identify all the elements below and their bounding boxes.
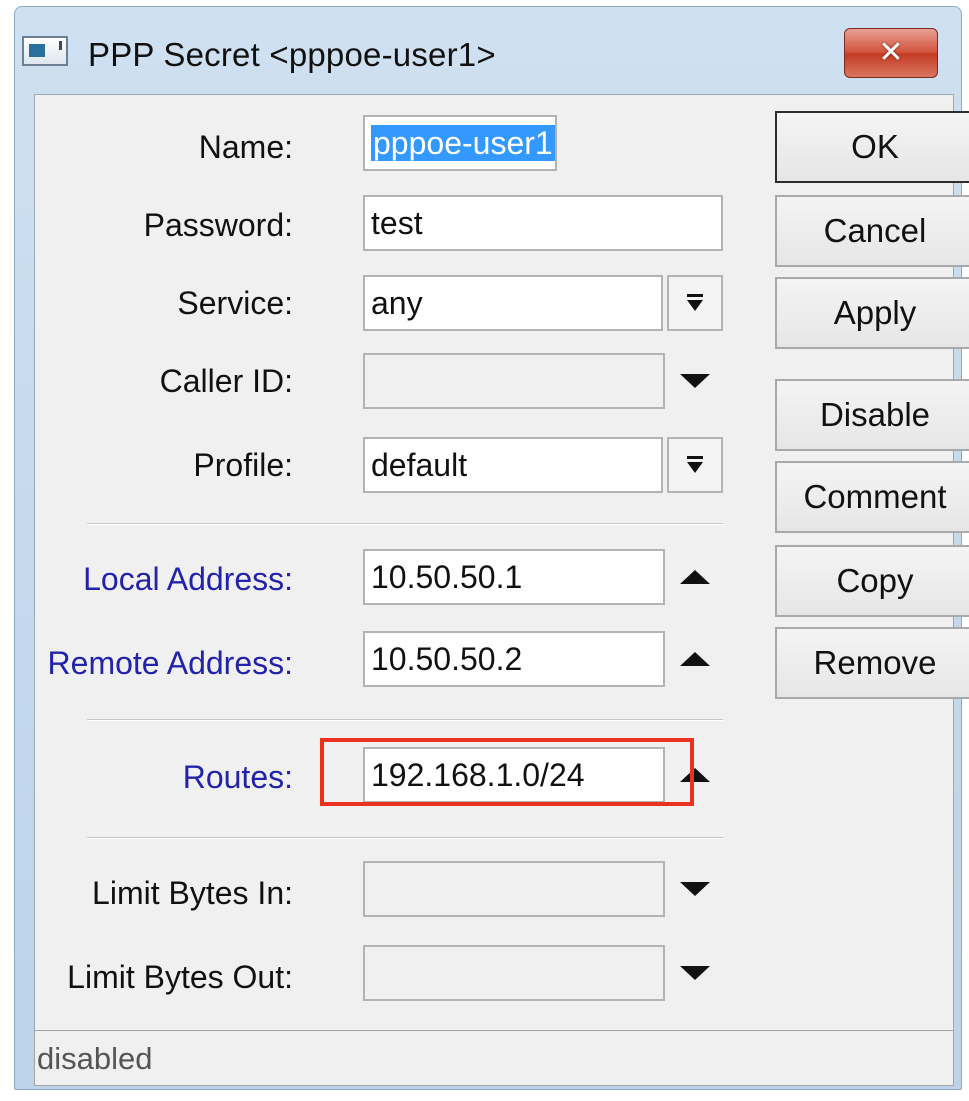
- profile-dropdown-button[interactable]: [667, 437, 723, 493]
- password-label: Password:: [143, 207, 293, 243]
- caller-id-expand-button[interactable]: [675, 353, 715, 409]
- limit-bytes-in-label: Limit Bytes In:: [92, 875, 293, 911]
- service-dropdown-button[interactable]: [667, 275, 723, 331]
- copy-button[interactable]: Copy: [775, 545, 969, 617]
- caller-id-field[interactable]: [363, 353, 665, 409]
- limit-bytes-out-field[interactable]: [363, 945, 665, 1001]
- caller-id-label: Caller ID:: [159, 363, 293, 399]
- cancel-button[interactable]: Cancel: [775, 195, 969, 267]
- dropdown-expand-icon: [687, 294, 703, 311]
- dialog-client-area: Name: pppoe-user1 Password: test Service…: [34, 94, 969, 1084]
- window-title: PPP Secret <pppoe-user1>: [88, 36, 496, 73]
- triangle-down-icon: [680, 374, 710, 388]
- service-label: Service:: [177, 285, 293, 321]
- triangle-up-icon: [680, 652, 710, 666]
- profile-field[interactable]: default: [363, 437, 663, 493]
- service-field[interactable]: any: [363, 275, 663, 331]
- close-icon: ✕: [878, 35, 904, 70]
- profile-label: Profile:: [193, 447, 293, 483]
- name-field[interactable]: pppoe-user1: [363, 115, 557, 171]
- triangle-up-icon: [680, 570, 710, 584]
- separator: [87, 719, 723, 721]
- limit-bytes-out-expand-button[interactable]: [675, 945, 715, 1001]
- remove-button[interactable]: Remove: [775, 627, 969, 699]
- local-address-field[interactable]: 10.50.50.1: [363, 549, 665, 605]
- status-text: disabled: [37, 1041, 153, 1076]
- local-address-collapse-button[interactable]: [675, 549, 715, 605]
- limit-bytes-out-label: Limit Bytes Out:: [67, 959, 293, 995]
- routes-label[interactable]: Routes:: [183, 759, 293, 796]
- remote-address-collapse-button[interactable]: [675, 631, 715, 687]
- apply-button[interactable]: Apply: [775, 277, 969, 349]
- close-button[interactable]: ✕: [844, 28, 938, 78]
- name-label: Name:: [198, 129, 293, 165]
- remote-address-label[interactable]: Remote Address:: [48, 645, 293, 682]
- separator: [87, 523, 723, 525]
- disable-button[interactable]: Disable: [775, 379, 969, 451]
- ok-button[interactable]: OK: [775, 111, 969, 183]
- limit-bytes-in-expand-button[interactable]: [675, 861, 715, 917]
- routes-highlight-box: [320, 738, 694, 806]
- triangle-down-icon: [680, 966, 710, 980]
- comment-button[interactable]: Comment: [775, 461, 969, 533]
- triangle-down-icon: [680, 882, 710, 896]
- local-address-label[interactable]: Local Address:: [83, 561, 293, 598]
- password-field[interactable]: test: [363, 195, 723, 251]
- window-app-icon[interactable]: [22, 36, 68, 66]
- name-value: pppoe-user1: [371, 125, 555, 161]
- status-bar: disabled: [34, 1030, 954, 1086]
- dropdown-expand-icon: [687, 456, 703, 473]
- remote-address-field[interactable]: 10.50.50.2: [363, 631, 665, 687]
- limit-bytes-in-field[interactable]: [363, 861, 665, 917]
- separator: [87, 837, 723, 839]
